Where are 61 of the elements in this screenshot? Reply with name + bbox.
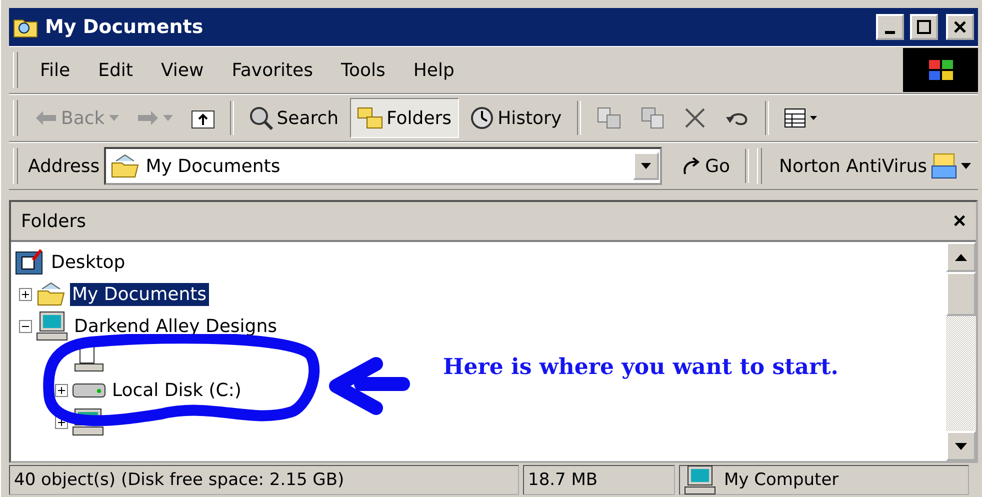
desktop-icon xyxy=(15,248,45,276)
folder-icon xyxy=(110,153,140,179)
clock-icon xyxy=(470,106,494,130)
status-zone: My Computer xyxy=(679,465,969,495)
copy-to-icon xyxy=(640,106,666,130)
computer-icon xyxy=(36,311,68,341)
annotation-text: Here is where you want to start. xyxy=(443,354,838,380)
scroll-up-icon[interactable] xyxy=(955,254,967,260)
expand-toggle[interactable] xyxy=(55,384,68,396)
tree-item[interactable]: Darkend Alley Designs xyxy=(72,314,279,338)
address-field[interactable]: My Documents xyxy=(104,147,662,185)
close-button[interactable] xyxy=(946,14,974,40)
pane-title: Folders xyxy=(21,210,86,232)
plus-icon xyxy=(58,418,65,426)
dropdown-arrow-icon xyxy=(641,163,652,169)
search-icon xyxy=(248,106,273,130)
collapse-toggle[interactable] xyxy=(19,320,32,332)
forward-arrow-icon xyxy=(136,110,159,126)
history-button[interactable]: History xyxy=(462,98,569,138)
minimize-button[interactable] xyxy=(876,14,904,40)
folders-button[interactable]: Folders xyxy=(350,98,459,138)
caret-icon xyxy=(961,163,971,169)
caret-icon xyxy=(162,115,173,121)
antivirus-icon xyxy=(931,153,957,179)
tree-item[interactable]: Desktop xyxy=(49,250,128,274)
dropdown-button[interactable] xyxy=(633,152,660,180)
cd-drive-icon xyxy=(72,408,104,436)
menu-item[interactable]: Help xyxy=(401,56,466,84)
address-label: Address xyxy=(28,156,100,176)
tree-item[interactable]: My Documents xyxy=(70,282,209,306)
views-icon xyxy=(784,108,818,128)
menu-item[interactable]: View xyxy=(148,56,216,84)
search-button[interactable]: Search xyxy=(242,98,346,138)
maximize-icon xyxy=(917,20,931,34)
status-text: 40 object(s) (Disk free space: 2.15 GB) xyxy=(9,465,519,495)
close-icon xyxy=(953,20,967,34)
minimize-icon xyxy=(885,30,895,34)
close-pane-button[interactable]: × xyxy=(953,208,966,234)
tree-item[interactable]: Local Disk (C:) xyxy=(110,378,244,402)
norton-antivirus-button[interactable]: Norton AntiVirus xyxy=(772,146,978,186)
delete-icon xyxy=(684,107,706,129)
menu-item[interactable]: File xyxy=(28,56,82,84)
window-title: My Documents xyxy=(45,16,204,38)
scroll-thumb[interactable] xyxy=(946,272,976,316)
plus-icon xyxy=(58,386,65,394)
go-arrow-icon xyxy=(681,156,702,176)
folder-icon xyxy=(36,281,66,307)
plus-icon xyxy=(22,290,29,298)
folders-icon xyxy=(356,107,383,129)
menu-item[interactable]: Favorites xyxy=(220,56,326,84)
go-button[interactable]: Go xyxy=(674,146,738,186)
menu-item[interactable]: Tools xyxy=(329,56,398,84)
move-to-icon xyxy=(596,106,622,130)
expand-toggle[interactable] xyxy=(19,288,32,300)
maximize-button[interactable] xyxy=(910,14,938,40)
back-arrow-icon xyxy=(35,110,57,126)
menu-item[interactable]: Edit xyxy=(86,56,145,84)
status-size: 18.7 MB xyxy=(523,465,675,495)
scroll-down-icon[interactable] xyxy=(955,442,967,450)
vertical-scrollbar[interactable] xyxy=(946,242,976,461)
caret-icon xyxy=(108,115,119,121)
